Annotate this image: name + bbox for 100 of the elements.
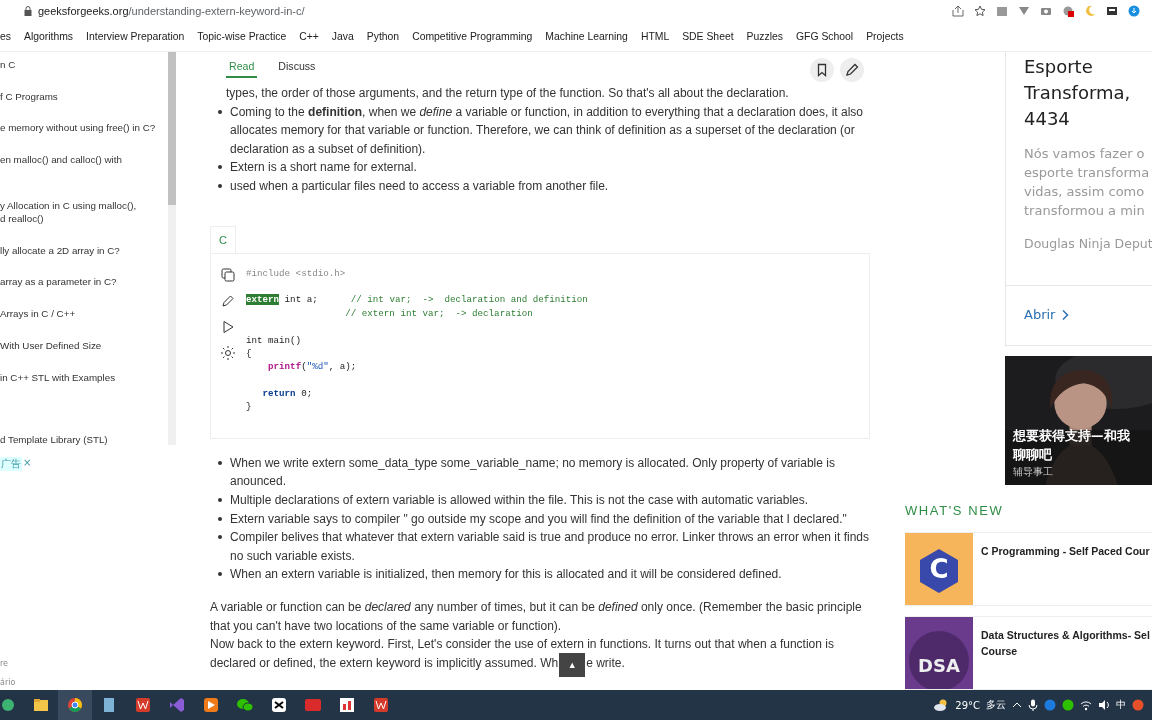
download-icon[interactable] — [1128, 5, 1140, 17]
ad-title: Esporte Transforma, 4434 — [1023, 55, 1132, 131]
ad-author: Douglas Ninja Deput — [1006, 220, 1152, 286]
sidebar-link[interactable]: y Allocation in C using malloc(), d realloc() — [0, 199, 168, 226]
course-logo: DSA — [905, 617, 973, 689]
temperature-text: 29°C — [955, 699, 980, 711]
course-title: Data Structures & Algorithms- Sel Course — [981, 628, 1150, 659]
bullet-icon — [218, 535, 222, 540]
pencil-icon[interactable] — [840, 58, 864, 82]
code-token: "%d" — [306, 361, 329, 373]
weather-text: 多云 — [986, 698, 1006, 712]
course-card[interactable]: DSA Data Structures & Algorithms- Sel Course — [905, 616, 1152, 690]
ad-text: Nós vamos fazer o esporte transforma vidas, assim como transformou a min — [1023, 145, 1151, 220]
microphone-icon[interactable] — [1028, 699, 1038, 711]
ad-label: 广告 — [0, 457, 22, 471]
input-method-indicator[interactable]: 中 — [1116, 698, 1126, 712]
course-logo: C — [905, 533, 973, 605]
paragraph-line: declared or defined, the extern keyword is implicitly assumed. Wh — [210, 654, 559, 672]
open-link[interactable]: Abrir — [1024, 307, 1070, 322]
w-app-icon[interactable] — [134, 696, 152, 714]
code-token: // int var; -> declaration and definition — [350, 294, 588, 306]
nav-link[interactable]: Competitive Programming — [412, 31, 533, 42]
chart-app-icon[interactable] — [338, 696, 356, 714]
studio-icon[interactable] — [168, 696, 186, 714]
list-item-text: When an extern variable is initialized, then memory for this is allocated and it will be considered defined. — [230, 566, 783, 584]
bullet-icon — [218, 109, 222, 114]
section-heading: WHAT'S NEW — [905, 503, 1005, 518]
scroll-top-button[interactable]: ▲ — [559, 653, 586, 678]
sidebar-link[interactable]: in C++ STL with Examples — [0, 370, 168, 384]
sidebar-link[interactable]: With User Defined Size — [0, 338, 168, 352]
nav-link[interactable]: Python — [366, 31, 400, 42]
ad-sponsor: 辅导事工 — [1013, 465, 1054, 479]
camera-icon[interactable] — [1040, 5, 1052, 17]
bullet-icon — [218, 498, 222, 503]
share-icon[interactable] — [952, 5, 964, 17]
sidebar-link[interactable]: d Template Library (STL) — [0, 432, 168, 445]
tab[interactable]: Read — [226, 58, 258, 78]
list-item-text: Multiple declarations of extern variable is allowed within the file. This is not the case with automatic variables. — [230, 492, 810, 510]
link-text[interactable]: re — [0, 659, 176, 668]
copy-icon[interactable] — [219, 265, 237, 284]
list-item-text: Extern variable says to compiler " go outside my scope and you will find the definition of the variable that I declared." — [230, 510, 848, 528]
paragraph: types, the order of those arguments, and the return type of the function. So that's all about the declaration. — [226, 85, 790, 102]
folder-icon[interactable] — [32, 696, 50, 714]
close-button[interactable]: × — [23, 457, 32, 471]
media-icon[interactable] — [202, 696, 220, 714]
nav-link[interactable]: Projects — [866, 31, 904, 42]
cut-icon[interactable] — [270, 696, 288, 714]
sidebar-link[interactable]: e memory without using free() in C? — [0, 121, 168, 135]
list-item-text: Coming to the definition, when we define a variable or function, in addition to everything that a declaration does, it also allocates memory for that variable or function. Therefore, we can think of definition as a superset of the declaration (or declaration as a subset of definition). — [230, 103, 865, 158]
nav-link[interactable]: HTML — [640, 31, 670, 42]
code-token: // extern int var; -> declaration — [345, 307, 533, 319]
bullet-icon — [218, 183, 222, 188]
browser-icon[interactable] — [66, 696, 84, 714]
star-icon[interactable] — [974, 5, 986, 17]
bullet-icon — [218, 516, 222, 521]
sun-icon[interactable] — [219, 343, 237, 362]
nav-link[interactable]: Topic-wise Practice — [197, 31, 287, 42]
nav-link[interactable]: Algorithms — [24, 31, 74, 42]
scrollbar[interactable] — [168, 52, 176, 445]
nav-link[interactable]: Puzzles — [746, 31, 783, 42]
nav-link[interactable]: SDE Sheet — [682, 31, 734, 42]
list-item-text: Compiler belives that whatever that extern variable said is true and produce no error. Linker throws an error when it finds no such variable exists. — [230, 529, 870, 565]
code-token: #include <stdio.h> — [246, 267, 346, 279]
code-token: return — [262, 388, 296, 400]
code-token: } — [246, 401, 252, 413]
network-icon[interactable] — [1080, 699, 1092, 711]
bookmark-icon[interactable] — [810, 58, 834, 82]
speaker-icon[interactable] — [1098, 699, 1110, 711]
scrollbar-thumb[interactable] — [168, 52, 176, 205]
sidebar-link[interactable]: f C Programs — [0, 89, 168, 103]
sidebar-link[interactable]: Arrays in C / C++ — [0, 307, 168, 321]
nav-link[interactable]: Machine Learning — [545, 31, 628, 42]
bullet-icon — [218, 572, 222, 577]
filter-icon[interactable] — [1018, 5, 1030, 17]
lock-icon[interactable] — [24, 6, 32, 16]
language-tab[interactable]: C — [210, 225, 236, 253]
nav-link[interactable]: Interview Preparation — [86, 31, 185, 42]
sidebar-link[interactable]: n C — [0, 58, 168, 71]
list-item-text: When we write extern some_data_type some_variable_name; no memory is allocated. Only property of variable is anounced. — [230, 454, 836, 491]
link-text[interactable]: ário — [0, 678, 176, 687]
chevron-icon[interactable] — [1061, 308, 1070, 321]
sidebar-link[interactable]: array as a parameter in C? — [0, 275, 168, 289]
nav-link[interactable]: GFG School — [796, 31, 854, 42]
extension-icon[interactable] — [1106, 5, 1118, 17]
tab[interactable]: Discuss — [275, 58, 319, 78]
address-bar[interactable]: geeksforgeeks.org/understanding-extern-keyword-in-c/ — [38, 5, 946, 17]
course-card[interactable]: C C Programming - Self Paced Cour — [905, 532, 1152, 606]
selected-code: extern — [246, 294, 280, 306]
chevron-up-icon[interactable] — [1012, 700, 1022, 710]
sidebar-link[interactable]: lly allocate a 2D array in C? — [0, 243, 168, 257]
list-item-text: used when a particular files need to access a variable from another file. — [230, 177, 610, 195]
code-token: int main() — [246, 334, 302, 346]
sidebar-link[interactable]: en malloc() and calloc() with — [0, 153, 168, 167]
list-item-text: Extern is a short name for external. — [230, 159, 418, 177]
ad-caption: 想要获得支持—和我 聊聊吧 — [1013, 427, 1130, 464]
nav-link[interactable]: C++ — [299, 31, 319, 42]
nav-link[interactable]: es — [0, 31, 11, 42]
nav-link[interactable]: Java — [331, 31, 354, 42]
paragraph: A variable or function can be declared any number of times, but it can be defined only once. (Remember the basic principle that you can't have two locations of the same variable or function). — [210, 599, 863, 635]
w-app-icon[interactable] — [372, 696, 390, 714]
